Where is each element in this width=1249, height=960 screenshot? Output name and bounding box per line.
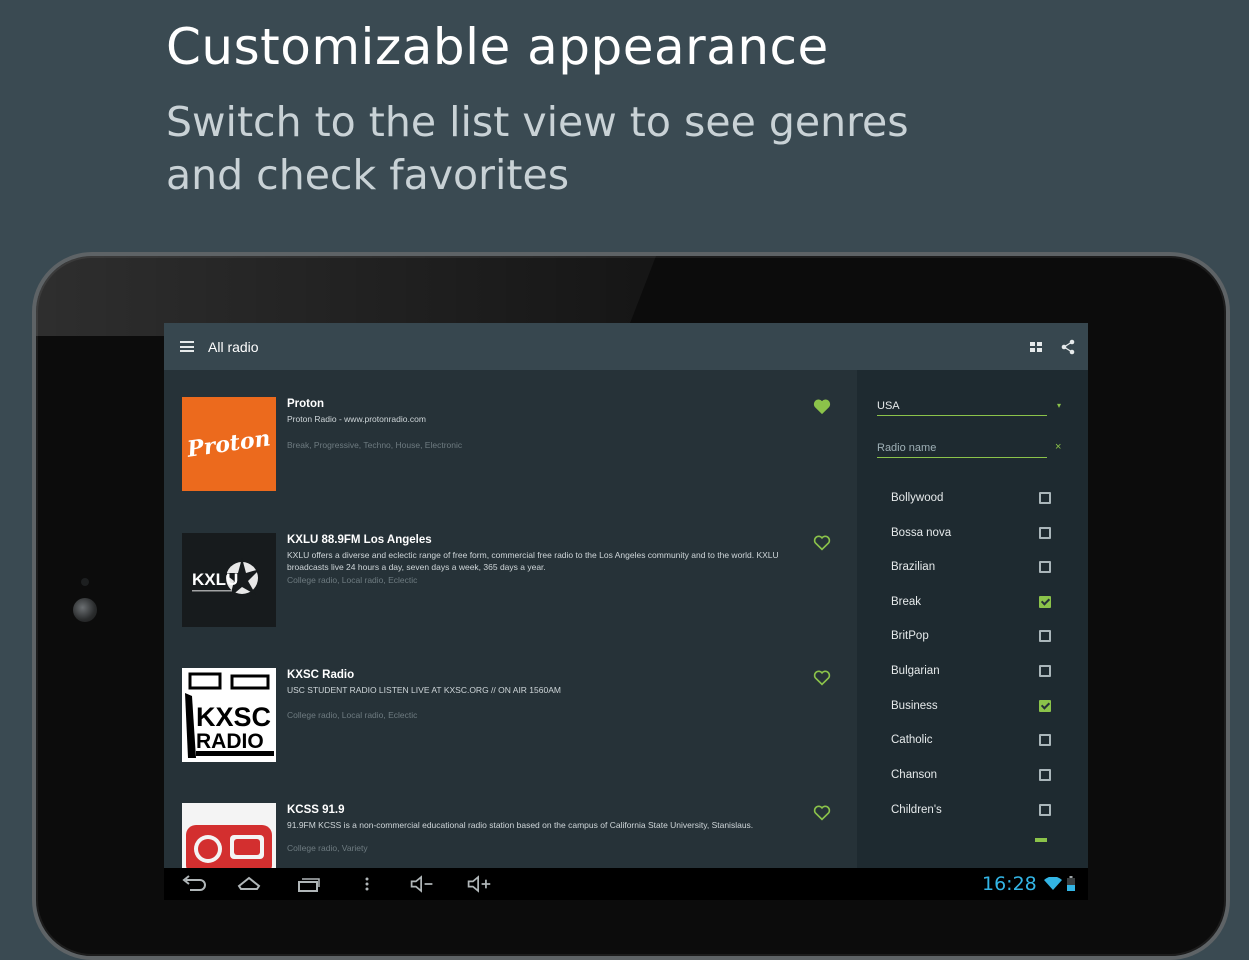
station-item[interactable]: KCSS 91.9 91.9FM KCSS is a non-commercia… <box>182 803 842 868</box>
system-nav-bar: 16:28 <box>164 868 1088 900</box>
genre-checkbox[interactable] <box>1039 665 1051 677</box>
volume-down-icon[interactable] <box>409 874 435 894</box>
country-select-value: USA <box>877 400 900 412</box>
menu-icon[interactable] <box>180 341 194 352</box>
app-screen: All radio Proton Proton Proton Radio - w… <box>164 323 1088 900</box>
genre-label: Business <box>891 700 938 712</box>
home-icon[interactable] <box>236 874 262 894</box>
promo-headline: Customizable appearance <box>166 18 829 76</box>
svg-text:KXSC: KXSC <box>196 702 271 732</box>
genre-filter-item[interactable]: Brazilian <box>891 557 1051 577</box>
genre-checkbox[interactable] <box>1039 492 1051 504</box>
station-logo <box>182 803 276 868</box>
station-logo: KXLU <box>182 533 276 627</box>
status-clock: 16:28 <box>982 873 1037 895</box>
station-name: Proton <box>287 398 325 410</box>
genre-checkbox[interactable] <box>1039 769 1051 781</box>
station-logo-text: Proton <box>185 425 273 463</box>
genre-filter-item[interactable]: Business <box>891 696 1051 716</box>
genre-filter-item[interactable]: BritPop <box>891 626 1051 646</box>
chevron-down-icon[interactable]: ▾ <box>1057 401 1061 410</box>
station-genres: College radio, Variety <box>287 843 368 853</box>
app-bar-title: All radio <box>208 338 259 355</box>
station-description: USC STUDENT RADIO LISTEN LIVE AT KXSC.OR… <box>287 685 561 695</box>
promo-subline: Switch to the list view to see genres an… <box>166 98 909 199</box>
genre-label: Bollywood <box>891 492 944 504</box>
genre-label: Break <box>891 596 922 608</box>
genre-label: Chanson <box>891 769 938 781</box>
genre-label: Bulgarian <box>891 665 940 677</box>
overflow-menu-icon[interactable] <box>354 874 380 894</box>
genre-checkbox-partial <box>1035 838 1047 842</box>
genre-label: Brazilian <box>891 561 936 573</box>
station-item[interactable]: KXSC RADIO KXSC Radio USC STUDENT RADIO … <box>182 668 842 764</box>
genre-label: BritPop <box>891 630 929 642</box>
sensor-dot <box>81 578 89 586</box>
station-item[interactable]: KXLU KXLU 88.9FM Los Angeles KXLU offers… <box>182 533 842 629</box>
favorite-heart-icon[interactable] <box>812 397 832 415</box>
station-genres: College radio, Local radio, Eclectic <box>287 710 418 720</box>
svg-text:RADIO: RADIO <box>196 730 264 753</box>
radio-name-placeholder: Radio name <box>877 442 937 454</box>
station-list: Proton Proton Proton Radio - www.protonr… <box>164 370 857 868</box>
genre-filter-item[interactable]: Bollywood <box>891 488 1051 508</box>
volume-up-icon[interactable] <box>466 874 492 894</box>
kxsc-logo-graphic: KXSC RADIO <box>182 668 276 762</box>
genre-label: Children's <box>891 804 942 816</box>
favorite-heart-outline-icon[interactable] <box>812 533 832 551</box>
kcss-logo-graphic <box>182 803 276 868</box>
station-name: KXLU 88.9FM Los Angeles <box>287 534 432 546</box>
genre-checkbox-checked[interactable] <box>1039 700 1051 712</box>
recents-icon[interactable] <box>295 874 321 894</box>
kxlu-logo-graphic: KXLU <box>192 558 260 597</box>
station-genres: Break, Progressive, Techno, House, Elect… <box>287 440 463 450</box>
grid-view-icon[interactable] <box>1030 341 1042 352</box>
genre-label: Catholic <box>891 734 933 746</box>
genre-label: Bossa nova <box>891 527 952 539</box>
app-bar: All radio <box>164 323 1088 370</box>
station-description: Proton Radio - www.protonradio.com <box>287 414 426 424</box>
camera-icon <box>73 598 97 622</box>
station-name: KCSS 91.9 <box>287 804 345 816</box>
genre-filter-item[interactable]: Bossa nova <box>891 523 1051 543</box>
genre-checkbox[interactable] <box>1039 527 1051 539</box>
station-description: 91.9FM KCSS is a non-commercial educatio… <box>287 820 754 830</box>
station-description: KXLU offers a diverse and eclectic range… <box>287 550 779 572</box>
genre-filter-item[interactable]: Children's <box>891 800 1051 820</box>
genre-filter-item[interactable]: Bulgarian <box>891 661 1051 681</box>
station-logo-text: KXLU <box>192 570 238 589</box>
favorite-heart-outline-icon[interactable] <box>812 803 832 821</box>
genre-checkbox[interactable] <box>1039 561 1051 573</box>
share-icon[interactable] <box>1060 339 1076 355</box>
favorite-heart-outline-icon[interactable] <box>812 668 832 686</box>
genre-filter-item[interactable]: Catholic <box>891 730 1051 750</box>
genre-checkbox[interactable] <box>1039 804 1051 816</box>
station-logo: Proton <box>182 397 276 491</box>
clear-icon[interactable]: × <box>1055 441 1061 453</box>
battery-icon <box>1067 876 1075 891</box>
wifi-icon <box>1044 876 1062 890</box>
station-logo: KXSC RADIO <box>182 668 276 762</box>
country-select[interactable]: USA <box>877 400 1047 416</box>
back-icon[interactable] <box>180 874 206 894</box>
genre-checkbox[interactable] <box>1039 630 1051 642</box>
station-item[interactable]: Proton Proton Proton Radio - www.protonr… <box>182 397 842 493</box>
station-genres: College radio, Local radio, Eclectic <box>287 575 418 585</box>
genre-checkbox[interactable] <box>1039 734 1051 746</box>
radio-name-search-input[interactable]: Radio name <box>877 442 1047 458</box>
station-name: KXSC Radio <box>287 669 355 681</box>
filter-panel: USA ▾ Radio name × Bollywood Bossa nova … <box>857 370 1088 868</box>
genre-filter-item[interactable]: Break <box>891 592 1051 612</box>
genre-filter-item[interactable]: Chanson <box>891 765 1051 785</box>
genre-checkbox-checked[interactable] <box>1039 596 1051 608</box>
